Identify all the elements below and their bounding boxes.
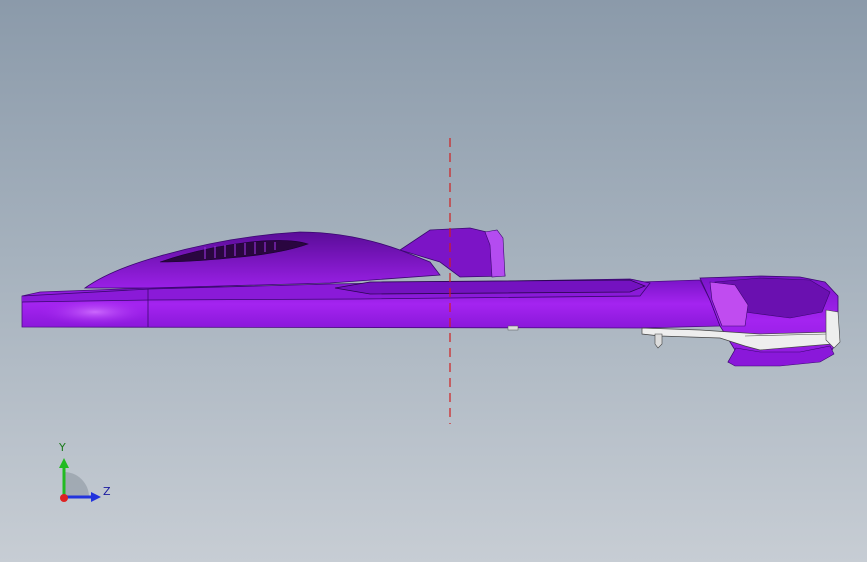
orientation-triad[interactable] [59, 458, 101, 502]
triad-x-origin [60, 494, 68, 502]
model-canvas[interactable] [0, 0, 867, 562]
housing-glow [40, 298, 150, 326]
housing-dome [83, 231, 441, 289]
bracket-clip [654, 333, 663, 349]
lamp-head-cap [825, 309, 841, 349]
triad-z-arrow [91, 492, 101, 502]
triad-z-label: Z [103, 485, 111, 498]
bottom-stud [507, 325, 519, 331]
3d-viewport[interactable]: Y Z [0, 0, 867, 562]
triad-y-arrow [59, 458, 69, 468]
housing-rail [334, 279, 647, 295]
triad-y-label: Y [59, 441, 66, 454]
triad-quadrant [64, 472, 89, 497]
